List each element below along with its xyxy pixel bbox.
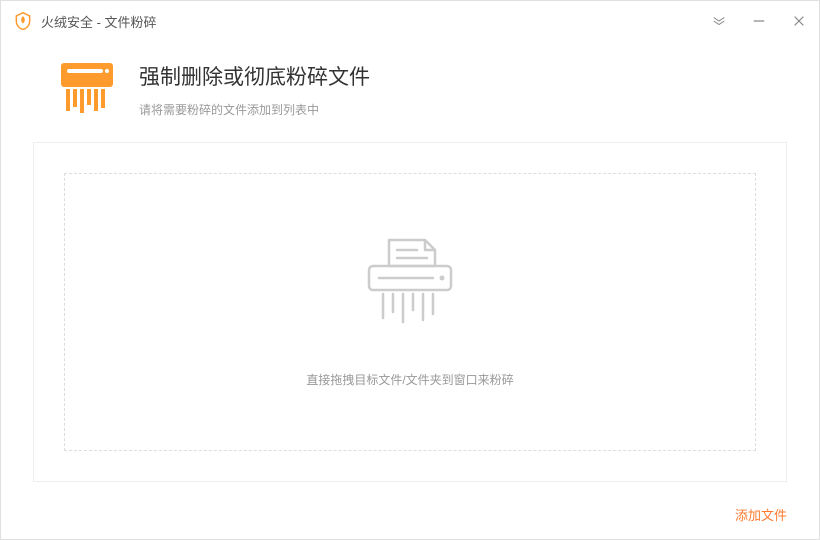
header-text: 强制删除或彻底粉碎文件 请将需要粉碎的文件添加到列表中	[139, 57, 370, 118]
add-file-button[interactable]: 添加文件	[735, 505, 787, 524]
page-subtitle: 请将需要粉碎的文件添加到列表中	[139, 101, 370, 118]
footer: 添加文件	[735, 505, 787, 525]
app-title: 火绒安全 - 文件粉碎	[41, 12, 157, 31]
drop-container: 直接拖拽目标文件/文件夹到窗口来粉碎	[33, 142, 787, 482]
titlebar: 火绒安全 - 文件粉碎	[1, 1, 819, 41]
empty-shredder-icon	[355, 236, 465, 331]
shredder-icon	[57, 57, 117, 117]
drop-zone[interactable]: 直接拖拽目标文件/文件夹到窗口来粉碎	[64, 173, 756, 451]
minimize-button[interactable]	[749, 11, 769, 31]
titlebar-left: 火绒安全 - 文件粉碎	[13, 11, 157, 31]
drop-hint: 直接拖拽目标文件/文件夹到窗口来粉碎	[306, 371, 513, 388]
header-section: 强制删除或彻底粉碎文件 请将需要粉碎的文件添加到列表中	[1, 41, 819, 142]
window-controls	[709, 1, 809, 41]
page-title: 强制删除或彻底粉碎文件	[139, 61, 370, 91]
menu-icon[interactable]	[709, 11, 729, 31]
close-button[interactable]	[789, 11, 809, 31]
app-logo-icon	[13, 11, 33, 31]
